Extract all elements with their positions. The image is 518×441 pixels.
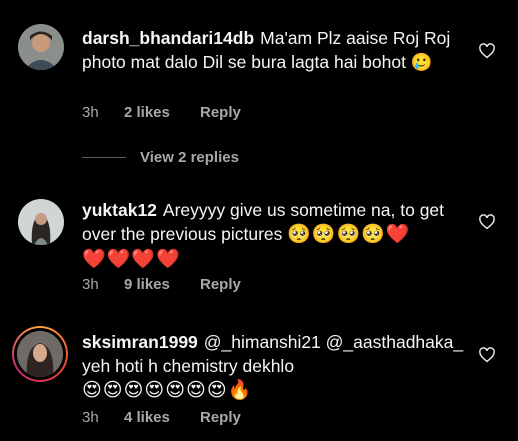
comment-emoji: 😍😍😍😍😍😍😍🔥 — [82, 380, 253, 401]
comment-likes[interactable]: 2 likes — [124, 104, 200, 121]
reply-button[interactable]: Reply — [200, 276, 241, 293]
comment-meta: 3h 9 likes Reply — [82, 276, 241, 293]
view-replies-label: View 2 replies — [140, 149, 239, 166]
comment-time: 3h — [82, 104, 99, 121]
comment-emoji: 🥺🥺🥺🥺❤️ — [287, 224, 411, 245]
comment-username[interactable]: yuktak12 — [82, 200, 157, 220]
comment-emoji-hearts: ❤️❤️❤️❤️ — [82, 249, 181, 270]
heart-outline-icon[interactable] — [478, 213, 496, 231]
comment-username[interactable]: darsh_bhandari14db — [82, 28, 254, 48]
comment-time: 3h — [82, 276, 99, 293]
comment-body: darsh_bhandari14db Ma'am Plz aaise Roj Ro… — [82, 26, 468, 74]
avatar-ring-gap — [14, 328, 66, 380]
avatar-story-ring[interactable] — [12, 326, 68, 382]
reply-button[interactable]: Reply — [200, 104, 241, 121]
avatar-photo-yuktak — [18, 199, 64, 245]
comment-body: sksimran1999 @_himanshi21 @_aasthadhaka_ … — [82, 330, 468, 403]
comment-time: 3h — [82, 409, 99, 426]
avatar[interactable] — [18, 24, 64, 70]
divider-line — [82, 157, 126, 158]
reply-button[interactable]: Reply — [200, 409, 241, 426]
view-replies-button[interactable]: View 2 replies — [82, 149, 239, 166]
comment-likes[interactable]: 4 likes — [124, 409, 200, 426]
comment-username[interactable]: sksimran1999 — [82, 332, 198, 352]
avatar-photo-sksimran — [17, 331, 63, 377]
avatar-photo-darsh — [18, 24, 64, 70]
avatar — [17, 331, 63, 377]
heart-outline-icon[interactable] — [478, 346, 496, 364]
heart-outline-icon[interactable] — [478, 42, 496, 60]
comment-body: yuktak12 Areyyyy give us sometime na, to … — [82, 198, 468, 272]
comment-likes[interactable]: 9 likes — [124, 276, 200, 293]
comment-meta: 3h 2 likes Reply — [82, 104, 241, 121]
avatar[interactable] — [18, 199, 64, 245]
comment-emoji: 🥲 — [410, 52, 433, 72]
comment-meta: 3h 4 likes Reply — [82, 409, 241, 426]
